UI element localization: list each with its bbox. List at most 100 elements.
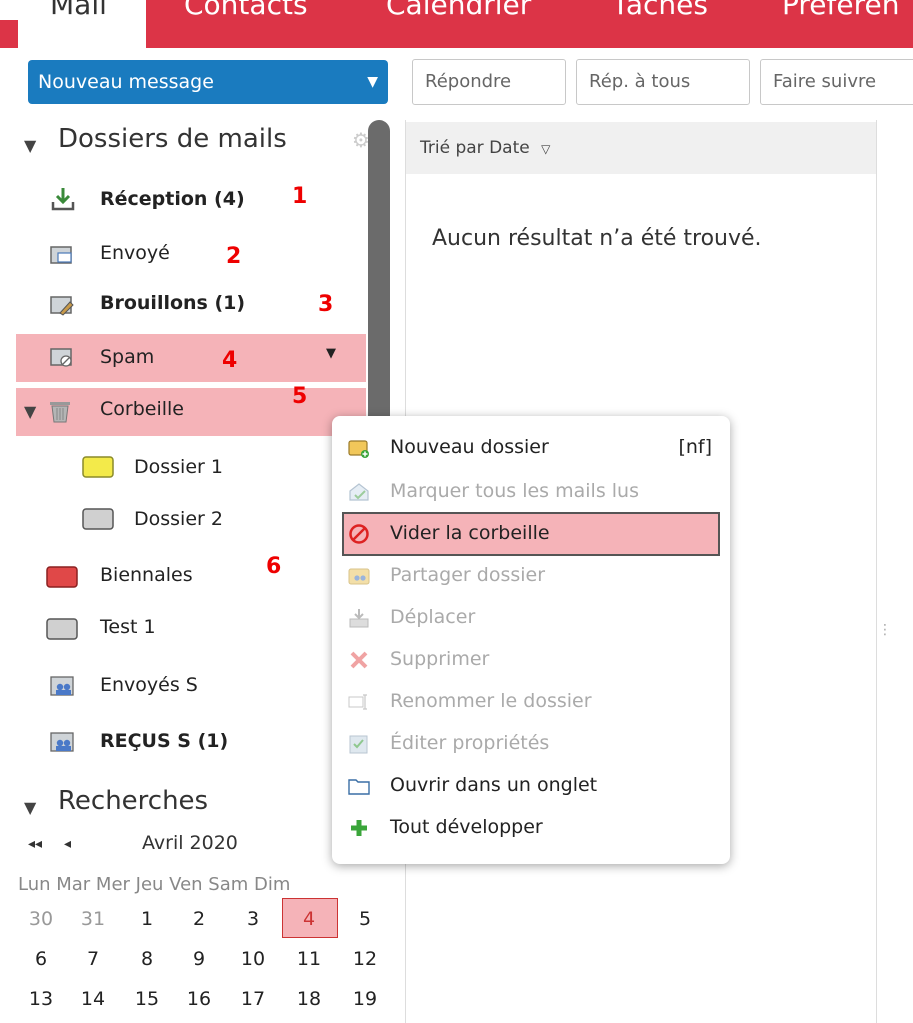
folder-drafts[interactable]: Brouillons (1) 3 — [16, 280, 366, 328]
folder-envoyes-s[interactable]: Envoyés S — [16, 662, 366, 710]
folder-label: REÇUS S (1) — [100, 730, 229, 752]
folder-label: Brouillons (1) — [100, 292, 246, 314]
calendar-day[interactable]: 6 — [26, 948, 56, 970]
reply-button[interactable]: Répondre — [412, 59, 566, 105]
rename-icon — [348, 694, 367, 710]
folder-label: Corbeille — [100, 398, 184, 420]
calendar-day[interactable]: 7 — [78, 948, 108, 970]
annotation-number: 3 — [318, 292, 334, 317]
calendar-day[interactable]: 17 — [238, 988, 268, 1010]
triangle-down-icon[interactable]: ▼ — [24, 798, 36, 817]
searches-collapse-toggle[interactable]: ▼ — [24, 798, 36, 817]
calendar-day[interactable]: 12 — [350, 948, 380, 970]
tab-bar-edge — [0, 20, 18, 48]
annotation-number: 6 — [266, 554, 282, 579]
tab-contacts[interactable]: Contacts — [184, 0, 308, 21]
menu-item-label: Renommer le dossier — [390, 690, 592, 712]
calendar-grid: 30 31 1 2 3 4 5 6 7 8 9 10 11 12 13 14 1… — [0, 908, 400, 1023]
calendar-day[interactable]: 16 — [184, 988, 214, 1010]
calendar-day[interactable]: 8 — [132, 948, 162, 970]
calendar-day[interactable]: 11 — [294, 948, 324, 970]
triangle-down-icon[interactable]: ▼ — [24, 402, 36, 421]
resize-handle-icon[interactable]: ⋮ — [878, 622, 892, 638]
tab-calendar[interactable]: Calendrier — [386, 0, 531, 21]
open-tab-icon — [348, 779, 370, 795]
menu-item-label: Tout développer — [390, 816, 543, 838]
tab-tasks[interactable]: Tâches — [612, 0, 708, 21]
folder-inbox[interactable]: Réception (4) 1 — [16, 176, 366, 224]
folder-dossier-2[interactable]: Dossier 2 — [16, 496, 366, 544]
calendar-day[interactable]: 18 — [294, 988, 324, 1010]
menu-item-label: Nouveau dossier — [390, 436, 549, 458]
menu-item-label: Déplacer — [390, 606, 476, 628]
chevron-down-icon[interactable]: ▼ — [367, 60, 378, 104]
sort-direction-icon[interactable]: ▽ — [541, 142, 550, 156]
folder-label: Spam — [100, 346, 155, 368]
calendar-prev-icon[interactable]: ◂ — [64, 836, 71, 852]
mark-read-icon — [349, 483, 369, 501]
calendar-day[interactable]: 31 — [78, 908, 108, 930]
folder-sent[interactable]: Envoyé 2 — [16, 230, 366, 278]
menu-item-label: Vider la corbeille — [390, 522, 550, 544]
expand-plus-icon — [351, 820, 367, 836]
calendar-day[interactable]: 15 — [132, 988, 162, 1010]
folder-label: Dossier 1 — [134, 456, 223, 478]
spam-folder-icon — [50, 348, 72, 367]
calendar-day[interactable]: 9 — [184, 948, 214, 970]
folder-trash[interactable]: ▼ Corbeille 5 — [16, 384, 366, 436]
pane-divider[interactable] — [876, 120, 877, 1023]
calendar-day[interactable]: 13 — [26, 988, 56, 1010]
sort-label[interactable]: Trié par Date ▽ — [420, 138, 550, 158]
folder-context-menu: Nouveau dossier [nf] Marquer tous les ma… — [332, 416, 730, 864]
calendar-day[interactable]: 2 — [184, 908, 214, 930]
folder-label: Envoyés S — [100, 674, 198, 696]
tab-preferences[interactable]: Préféren — [782, 0, 899, 21]
menu-item-shortcut: [nf] — [678, 436, 712, 458]
red-folder-icon — [46, 566, 78, 588]
drafts-folder-icon — [50, 296, 74, 316]
new-message-button[interactable]: Nouveau message ▼ — [28, 60, 388, 104]
calendar-day[interactable]: 30 — [26, 908, 56, 930]
calendar-day[interactable]: 3 — [238, 908, 268, 930]
folders-collapse-toggle[interactable]: ▼ — [24, 136, 36, 155]
reply-all-button[interactable]: Rép. à tous — [576, 59, 750, 105]
searches-section-title: Recherches — [58, 786, 209, 816]
shared-folder-icon — [50, 676, 74, 696]
top-tab-bar: Mail Contacts Calendrier Tâches Préféren — [0, 0, 913, 48]
inbox-download-icon — [51, 188, 75, 211]
delete-x-icon — [350, 651, 368, 669]
calendar-day[interactable]: 10 — [238, 948, 268, 970]
folder-recus-s[interactable]: REÇUS S (1) — [16, 718, 366, 766]
prohibited-icon — [349, 524, 369, 544]
menu-item-new-folder[interactable]: Nouveau dossier [nf] — [332, 428, 730, 468]
calendar-day[interactable]: 14 — [78, 988, 108, 1010]
menu-item-mark-all-read: Marquer tous les mails lus — [332, 472, 730, 512]
annotation-number: 4 — [222, 348, 238, 373]
empty-list-message: Aucun résultat n’a été trouvé. — [432, 226, 762, 251]
folder-biennales[interactable]: Biennales 6 — [16, 552, 366, 600]
trash-icon — [50, 402, 70, 423]
calendar-day-today[interactable]: 4 — [294, 908, 324, 930]
calendar-day[interactable]: 5 — [350, 908, 380, 930]
new-folder-icon — [348, 440, 369, 458]
chevron-down-icon[interactable]: ▼ — [326, 346, 336, 361]
menu-item-share-folder: Partager dossier — [332, 556, 730, 596]
calendar-first-icon[interactable]: ◂◂ — [28, 836, 42, 852]
folder-test-1[interactable]: Test 1 — [16, 604, 366, 652]
menu-item-empty-trash[interactable]: Vider la corbeille — [342, 512, 720, 556]
annotation-number: 1 — [292, 184, 308, 209]
calendar-day[interactable]: 19 — [350, 988, 380, 1010]
folder-label: Test 1 — [100, 616, 156, 638]
calendar-weekdays: Lun Mar Mer Jeu Ven Sam Dim — [18, 874, 291, 895]
folder-dossier-1[interactable]: Dossier 1 — [16, 444, 366, 492]
calendar-day[interactable]: 1 — [132, 908, 162, 930]
menu-item-move: Déplacer — [332, 598, 730, 638]
triangle-down-icon[interactable]: ▼ — [24, 136, 36, 155]
folder-spam[interactable]: Spam 4 ▼ — [16, 334, 366, 382]
menu-item-expand-all[interactable]: Tout développer — [332, 808, 730, 848]
folder-label: Réception (4) — [100, 188, 245, 210]
menu-item-open-in-tab[interactable]: Ouvrir dans un onglet — [332, 766, 730, 806]
forward-button[interactable]: Faire suivre — [760, 59, 913, 105]
folder-pane-scrollbar[interactable] — [368, 120, 390, 440]
tab-mail-label[interactable]: Mail — [50, 0, 107, 21]
